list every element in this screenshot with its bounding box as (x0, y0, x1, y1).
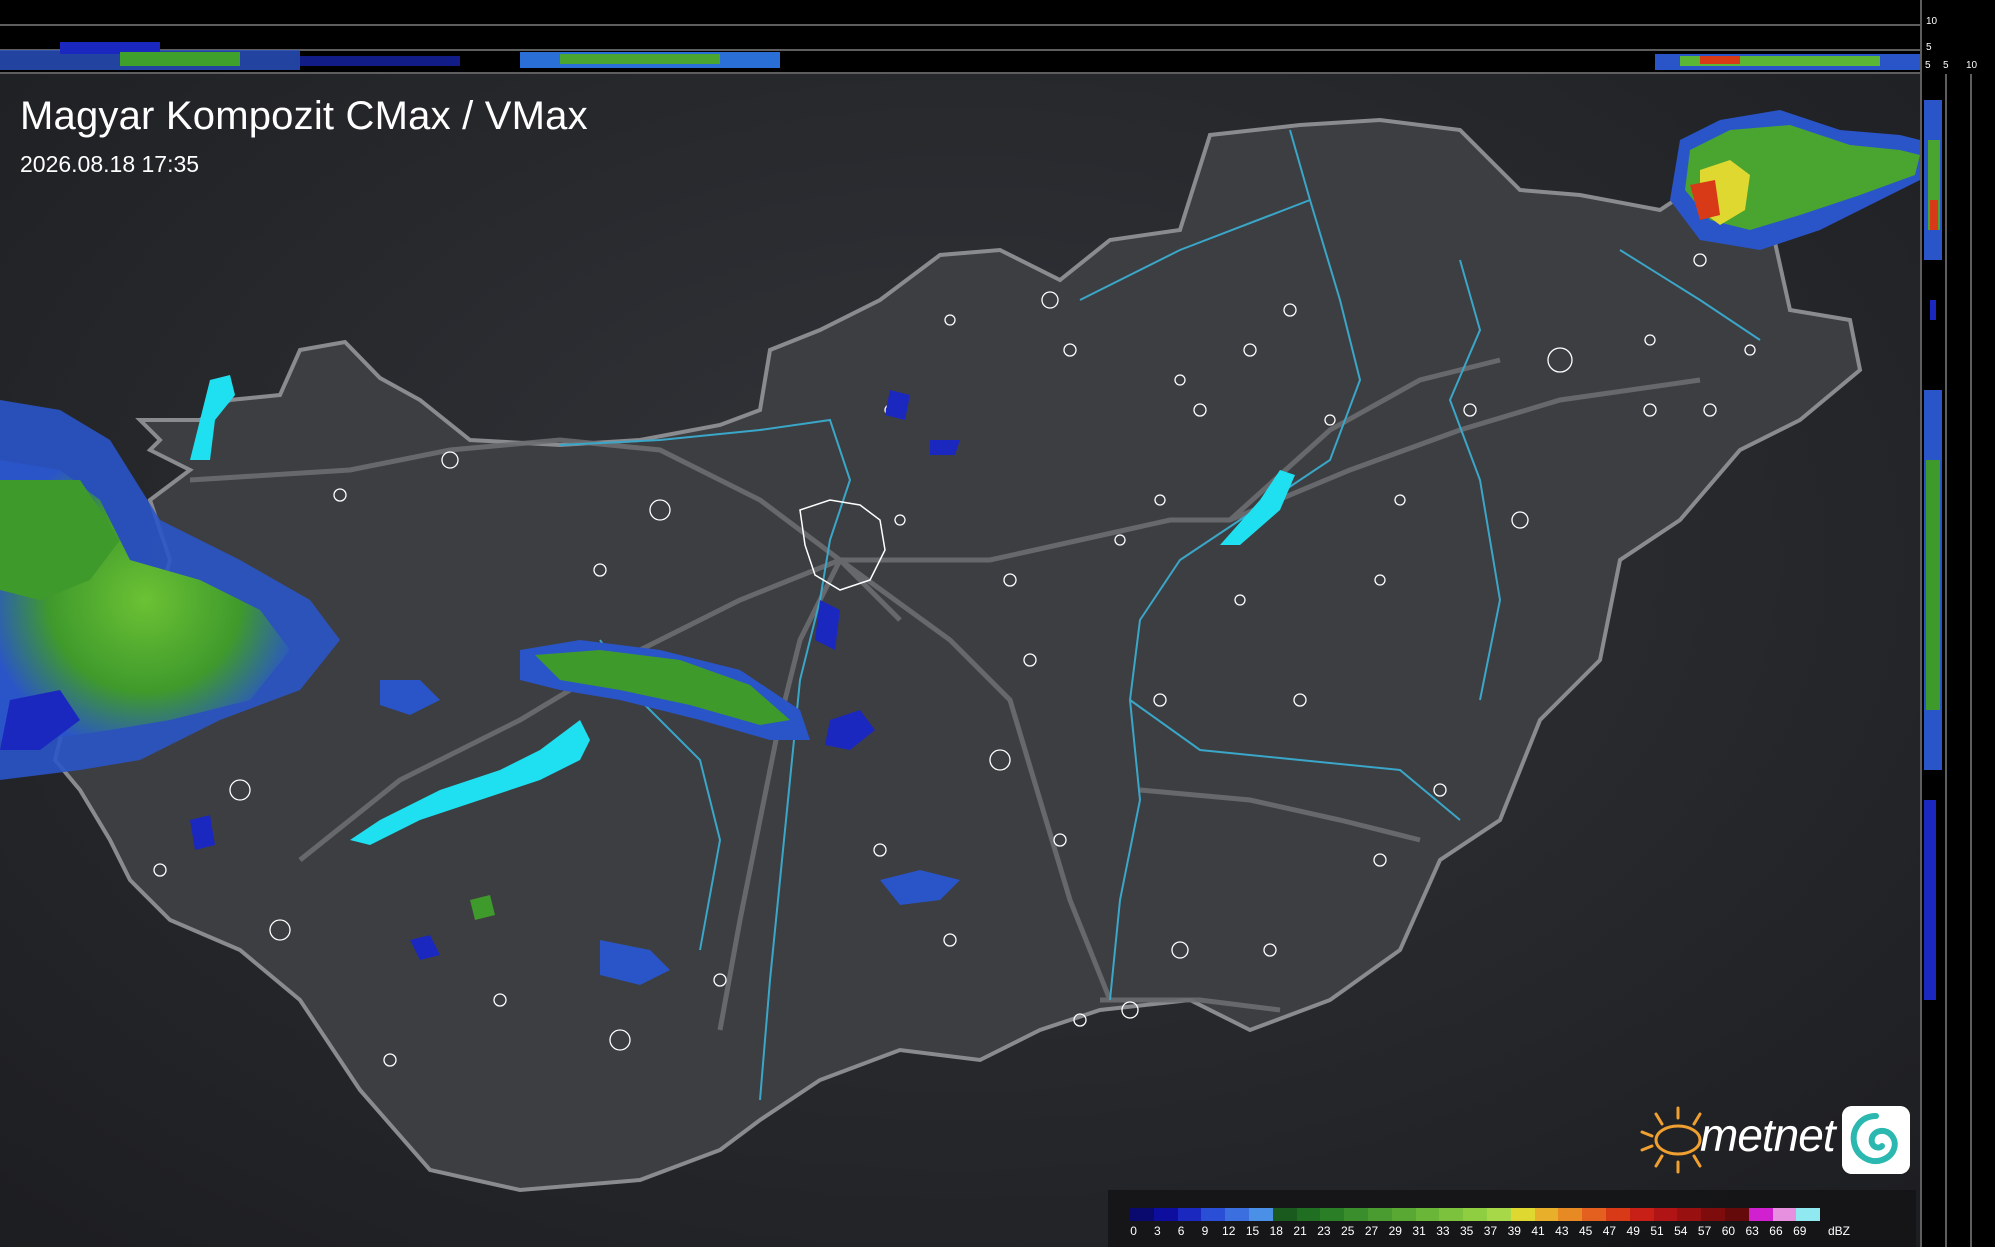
legend-swatch (1415, 1208, 1440, 1221)
axis-label-right-5: 5 (1943, 60, 1949, 71)
swirl-logo-icon (1842, 1106, 1910, 1174)
legend-swatch (1130, 1208, 1154, 1221)
legend-label: 25 (1341, 1224, 1355, 1238)
legend-label: 60 (1721, 1224, 1736, 1238)
legend-label: 39 (1507, 1224, 1521, 1238)
legend-swatch (1486, 1208, 1511, 1221)
legend-swatch (1605, 1208, 1630, 1221)
legend-label: 12 (1222, 1224, 1236, 1238)
legend-swatch (1510, 1208, 1535, 1221)
top-profile-strip (0, 0, 1920, 74)
legend-swatch (1225, 1208, 1249, 1221)
dbz-legend: 0 3 6 9 12 15 18 21 23 25 27 29 31 33 35 37 39 41 43 45 47 49… (1108, 1190, 1916, 1247)
legend-swatch (1248, 1208, 1273, 1221)
legend-swatch (1320, 1208, 1345, 1221)
legend-label: 45 (1578, 1224, 1593, 1238)
legend-swatch (1796, 1208, 1821, 1221)
legend-label: 21 (1293, 1224, 1307, 1238)
legend-swatch (1296, 1208, 1321, 1221)
legend-swatch (1772, 1208, 1797, 1221)
legend-label: 33 (1436, 1224, 1450, 1238)
legend-swatch (1748, 1208, 1773, 1221)
legend-label: 23 (1317, 1224, 1331, 1238)
legend-swatch (1677, 1208, 1702, 1221)
legend-label: 6 (1177, 1224, 1185, 1238)
axis-label-right-10: 10 (1966, 60, 1978, 71)
legend-swatch (1272, 1208, 1297, 1221)
legend-swatch (1344, 1208, 1368, 1221)
legend-swatch (1558, 1208, 1583, 1221)
radar-map (0, 0, 1995, 1247)
legend-label: 0 (1130, 1224, 1137, 1238)
legend-label: 49 (1626, 1224, 1640, 1238)
legend-swatch (1534, 1208, 1559, 1221)
legend-swatch (1177, 1208, 1202, 1221)
legend-unit: dBZ (1828, 1224, 1851, 1238)
legend-labels: 0 3 6 9 12 15 18 21 23 25 27 29 31 33 35 37 39 41 43 45 47 49… (1130, 1224, 1850, 1240)
legend-color-bar (1130, 1208, 1821, 1221)
legend-label: 66 (1769, 1224, 1783, 1238)
legend-label: 18 (1269, 1224, 1283, 1238)
legend-swatch (1153, 1208, 1178, 1221)
legend-label: 9 (1201, 1224, 1209, 1238)
legend-label: 29 (1388, 1224, 1402, 1238)
legend-label: 41 (1531, 1224, 1545, 1238)
axis-label-top-10: 10 (1926, 16, 1938, 27)
legend-label: 31 (1412, 1224, 1426, 1238)
legend-label: 27 (1364, 1224, 1379, 1238)
legend-swatch (1201, 1208, 1226, 1221)
legend-swatch (1367, 1208, 1392, 1221)
brand-name: metnet (1700, 1109, 1836, 1161)
legend-label: 51 (1650, 1224, 1664, 1238)
legend-label: 63 (1745, 1224, 1759, 1238)
legend-label: 35 (1459, 1224, 1474, 1238)
legend-label: 37 (1483, 1224, 1498, 1238)
legend-label: 57 (1697, 1224, 1712, 1238)
legend-label: 47 (1602, 1224, 1617, 1238)
legend-swatch (1653, 1208, 1678, 1221)
legend-swatch (1701, 1208, 1725, 1221)
legend-swatch (1724, 1208, 1749, 1221)
map-title: Magyar Kompozit CMax / VMax (20, 94, 588, 138)
legend-swatch (1439, 1208, 1464, 1221)
legend-swatch (1582, 1208, 1606, 1221)
axis-label-corner-5: 5 (1925, 60, 1931, 71)
legend-swatch (1463, 1208, 1487, 1221)
right-profile-strip (1920, 0, 1995, 1247)
legend-swatch (1391, 1208, 1416, 1221)
metnet-brand: metnet (1636, 1100, 1916, 1180)
legend-label: 43 (1555, 1224, 1569, 1238)
legend-label: 15 (1245, 1224, 1260, 1238)
axis-label-top-5: 5 (1926, 42, 1932, 53)
legend-label: 69 (1793, 1224, 1807, 1238)
legend-label: 3 (1154, 1224, 1161, 1238)
map-timestamp: 2026.08.18 17:35 (20, 151, 200, 177)
legend-swatch (1629, 1208, 1654, 1221)
legend-label: 54 (1674, 1224, 1688, 1238)
